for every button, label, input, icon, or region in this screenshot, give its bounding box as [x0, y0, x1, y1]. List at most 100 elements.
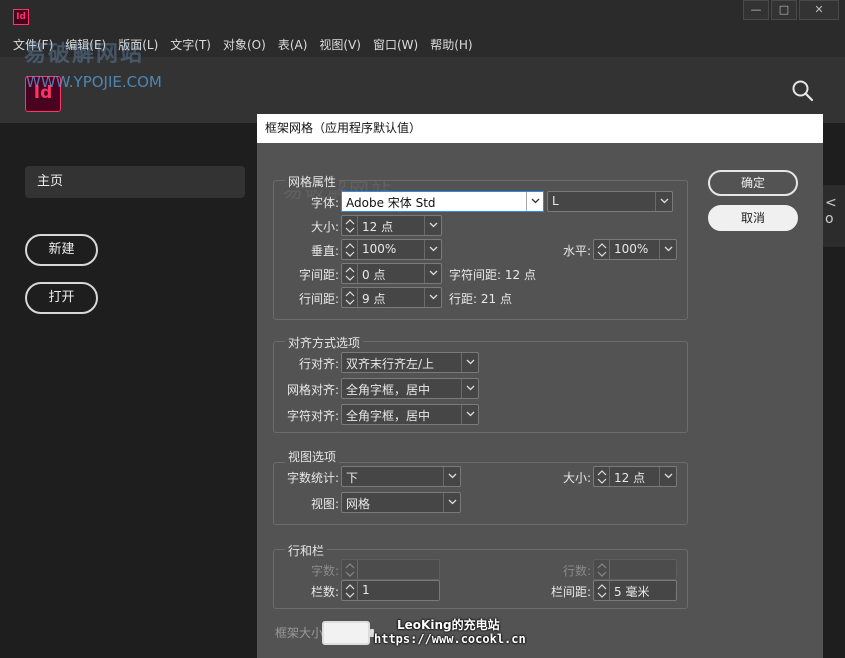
view-size-label: 大小: [562, 471, 591, 485]
battery-icon [322, 621, 374, 645]
menu-table[interactable]: 表(A) [273, 36, 313, 53]
horizontal-label: 水平: [562, 244, 591, 258]
chevron-down-icon[interactable] [424, 240, 441, 259]
maximize-button[interactable]: □ [771, 0, 797, 20]
chevron-down-icon[interactable] [659, 240, 676, 259]
spinner-icon[interactable] [342, 240, 358, 259]
font-family-input[interactable]: Adobe 宋体 Std [341, 191, 544, 212]
ok-button[interactable]: 确定 [708, 170, 798, 196]
font-style-select[interactable]: L [547, 191, 673, 212]
minimize-button[interactable]: — [743, 0, 769, 20]
spinner-icon[interactable] [342, 581, 358, 600]
group-title-rows-columns: 行和栏 [285, 542, 328, 559]
gutter-label: 栏间距: [550, 585, 591, 599]
vertical-scale-value: 100% [362, 242, 397, 256]
lines-stepper [593, 559, 677, 580]
spinner-icon[interactable] [342, 264, 358, 283]
chevron-down-icon[interactable] [655, 192, 672, 211]
horizontal-scale-stepper[interactable]: 100% [593, 239, 677, 260]
size-stepper[interactable]: 12 点 [341, 215, 442, 236]
count-label: 字数统计: [286, 471, 339, 485]
columns-value: 1 [362, 583, 370, 597]
overlay-site-name: LeoKing的充电站 [397, 618, 500, 632]
right-panel-edge: < o [822, 185, 845, 247]
lines-label: 行数: [562, 564, 591, 578]
overlay-site-url: https://www.cocokl.cn [374, 632, 526, 646]
grid-align-select[interactable]: 全角字框，居中 [341, 378, 479, 399]
spinner-icon[interactable] [594, 467, 610, 486]
columns-stepper[interactable]: 1 [341, 580, 440, 601]
chevron-down-icon[interactable] [424, 216, 441, 235]
window-controls: — □ ✕ [741, 0, 839, 20]
char-spacing-stepper[interactable]: 0 点 [341, 263, 442, 284]
chevron-down-icon[interactable] [461, 353, 478, 372]
group-title-grid-properties: 网格属性 [285, 173, 340, 190]
horizontal-scale-value: 100% [614, 242, 649, 256]
app-logo-small: Id [13, 9, 29, 25]
count-position-select[interactable]: 下 [341, 466, 461, 487]
menu-view[interactable]: 视图(V) [314, 36, 366, 53]
line-spacing-stepper[interactable]: 9 点 [341, 287, 442, 308]
chars-per-line-label: 字数: [310, 564, 339, 578]
grid-align-label: 网格对齐: [286, 383, 339, 397]
char-align-label: 字符对齐: [286, 409, 339, 423]
spinner-icon [594, 560, 610, 579]
chevron-down-icon[interactable] [443, 493, 460, 512]
columns-label: 栏数: [310, 585, 339, 599]
gutter-value: 5 毫米 [614, 585, 650, 599]
menu-type[interactable]: 文字(T) [165, 36, 216, 53]
title-bar: Id — □ ✕ [0, 0, 845, 32]
view-label: 视图: [310, 497, 339, 511]
chevron-down-icon[interactable] [443, 467, 460, 486]
line-spacing-label: 行间距: [298, 292, 339, 306]
view-mode-value: 网格 [346, 497, 371, 511]
dialog-title: 框架网格（应用程序默认值） [257, 114, 823, 143]
spinner-icon[interactable] [594, 240, 610, 259]
view-mode-select[interactable]: 网格 [341, 492, 461, 513]
chevron-down-icon[interactable] [659, 467, 676, 486]
open-button[interactable]: 打开 [25, 282, 98, 314]
font-family-value: Adobe 宋体 Std [346, 196, 436, 210]
vertical-scale-stepper[interactable]: 100% [341, 239, 442, 260]
char-aki-readout: 字符间距: 12 点 [449, 268, 536, 282]
sidebar-item-home[interactable]: 主页 [25, 166, 245, 198]
chevron-down-icon[interactable] [461, 379, 478, 398]
chevron-down-icon[interactable] [526, 192, 543, 211]
count-position-value: 下 [346, 471, 359, 485]
frame-grid-dialog: 框架网格（应用程序默认值） 易破解网站 确定 取消 网格属性 字体: Adobe… [257, 114, 823, 658]
menu-help[interactable]: 帮助(H) [425, 36, 477, 53]
chevron-down-icon[interactable] [461, 405, 478, 424]
line-spacing-value: 9 点 [362, 292, 386, 306]
char-align-value: 全角字框，居中 [346, 409, 431, 423]
chevron-down-icon[interactable] [424, 264, 441, 283]
line-align-value: 双齐末行齐左/上 [346, 357, 435, 371]
size-label: 大小: [310, 220, 339, 234]
cancel-button[interactable]: 取消 [708, 205, 798, 231]
search-icon[interactable] [791, 79, 815, 103]
menu-window[interactable]: 窗口(W) [368, 36, 423, 53]
font-label: 字体: [310, 196, 339, 210]
spinner-icon[interactable] [594, 581, 610, 600]
spinner-icon[interactable] [342, 216, 358, 235]
frame-size-label: 框架大小 [275, 626, 324, 640]
vertical-label: 垂直: [310, 244, 339, 258]
new-button[interactable]: 新建 [25, 234, 98, 266]
watermark-cn: 易破解网站 [24, 42, 145, 67]
char-spacing-label: 字间距: [298, 268, 339, 282]
font-style-value: L [552, 194, 559, 208]
view-size-value: 12 点 [614, 471, 646, 485]
line-align-select[interactable]: 双齐末行齐左/上 [341, 352, 479, 373]
char-spacing-value: 0 点 [362, 268, 386, 282]
spinner-icon[interactable] [342, 288, 358, 307]
close-button[interactable]: ✕ [799, 0, 839, 20]
char-align-select[interactable]: 全角字框，居中 [341, 404, 479, 425]
chars-per-line-stepper [341, 559, 440, 580]
line-pitch-readout: 行距: 21 点 [449, 292, 512, 306]
menu-object[interactable]: 对象(O) [218, 36, 271, 53]
view-size-stepper[interactable]: 12 点 [593, 466, 677, 487]
size-value: 12 点 [362, 220, 394, 234]
watermark-url: WWW.YPOJIE.COM [26, 73, 162, 91]
gutter-stepper[interactable]: 5 毫米 [593, 580, 677, 601]
chevron-down-icon[interactable] [424, 288, 441, 307]
group-title-view-options: 视图选项 [285, 448, 340, 465]
